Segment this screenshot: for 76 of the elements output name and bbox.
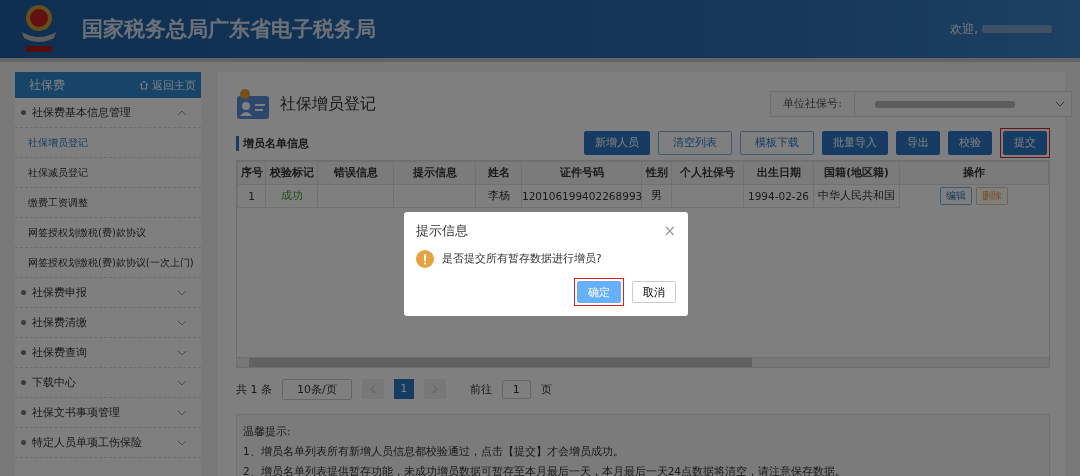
total-count: 共 1 条 (236, 381, 272, 397)
table-cell: 成功 (265, 184, 318, 208)
page-title: 社保增员登记 (280, 93, 376, 115)
toolbar-button[interactable]: 导出 (896, 131, 940, 155)
chevron-icon (177, 409, 187, 416)
column-header: 国籍(地区籍) (813, 161, 900, 185)
column-header: 操作 (899, 161, 1049, 185)
chevron-right-icon (431, 384, 438, 394)
dialog-button[interactable]: 取消 (632, 281, 676, 303)
close-button[interactable]: × (663, 222, 676, 240)
chevron-icon (177, 439, 187, 446)
column-header: 校验标记 (265, 161, 318, 185)
toolbar-button[interactable]: 校验 (948, 131, 992, 155)
site-title: 国家税务总局广东省电子税务局 (82, 16, 376, 43)
toolbar-button[interactable]: 提交 (1000, 128, 1050, 158)
menu-group[interactable]: 社保文书事项管理 (15, 398, 201, 428)
toolbar-button[interactable]: 模板下载 (740, 131, 814, 155)
toolbar-button[interactable]: 批量导入 (822, 131, 888, 155)
warning-icon (416, 250, 434, 268)
blurred-username (982, 25, 1052, 33)
row-action-button[interactable]: 删除 (976, 187, 1009, 205)
column-header: 姓名 (475, 161, 522, 185)
page-suffix: 页 (540, 381, 552, 397)
toolbar-button[interactable]: 清空列表 (658, 131, 732, 155)
table-cell: 男 (641, 184, 672, 208)
menu-group[interactable]: 社保费查询 (15, 338, 201, 368)
sidebar-title: 社保费 (29, 76, 66, 94)
dialog-title: 提示信息 (416, 222, 469, 240)
chevron-icon (177, 109, 187, 116)
tip-text: 2、增员名单列表提供暂存功能，未成功增员数据可暂存至本月最后一天，本月最后一天24点数据将清空，请注意保存数据。 (243, 464, 848, 476)
column-header: 出生日期 (743, 161, 814, 185)
menu-group[interactable]: 社保费申报 (15, 278, 201, 308)
row-action-button[interactable]: 编辑 (940, 187, 973, 205)
menu-item[interactable]: 缴费工资调整 (15, 188, 201, 218)
home-link[interactable]: 返回主页 (139, 77, 196, 93)
column-header: 个人社保号 (671, 161, 744, 185)
chevron-icon (1055, 101, 1065, 107)
menu-item[interactable]: 社保减员登记 (15, 158, 201, 188)
chevron-icon (177, 379, 187, 386)
id-card-icon (236, 88, 270, 120)
dialog-button[interactable]: 确定 (574, 278, 624, 306)
menu-group[interactable]: 社保费清缴 (15, 308, 201, 338)
chevron-icon (177, 289, 187, 296)
unit-field[interactable]: 单位社保号: (770, 91, 1072, 117)
menu-group[interactable]: 下载中心 (15, 368, 201, 398)
menu-group[interactable]: 特定人员单项工伤保险 (15, 428, 201, 458)
goto-label: 前往 (469, 381, 492, 397)
table-cell: 120106199402268993 (521, 184, 642, 208)
toolbar-button[interactable]: 新增人员 (584, 131, 650, 155)
home-icon (139, 80, 149, 90)
column-header: 性别 (641, 161, 672, 185)
tips-title: 温馨提示: (243, 424, 292, 439)
column-header: 序号 (237, 161, 266, 185)
menu-item[interactable]: 网签授权划缴税(费)款协议 (15, 218, 201, 248)
tip-text: 1、增员名单列表所有新增人员信息都校验通过，点击【提交】才会增员成功。 (243, 444, 625, 459)
next-page-button[interactable] (423, 379, 446, 399)
horizontal-scrollbar[interactable] (237, 357, 1049, 367)
chevron-left-icon (369, 384, 376, 394)
column-header: 错误信息 (317, 161, 394, 185)
table-cell: 1 (237, 184, 266, 208)
welcome-text: 欢迎, (950, 20, 978, 38)
table-cell: 中华人民共和国 (813, 184, 900, 208)
page-number[interactable]: 1 (393, 379, 414, 399)
chevron-icon (177, 319, 187, 326)
previous-page-button[interactable] (361, 379, 384, 399)
goto-page-field[interactable]: 1 (501, 379, 531, 399)
chevron-icon (177, 349, 187, 356)
page-size-select[interactable]: 10条/页 (282, 378, 352, 400)
dialog-message: 是否提交所有暂存数据进行增员? (442, 252, 602, 266)
section-title: 增员名单信息 (236, 135, 309, 151)
column-header: 证件号码 (521, 161, 642, 185)
table-cell: 李杨 (475, 184, 522, 208)
table-cell: 1994-02-26 (743, 184, 814, 208)
column-header: 提示信息 (393, 161, 476, 185)
menu-group[interactable]: 社保费基本信息管理 (15, 98, 201, 128)
menu-item[interactable]: 社保增员登记 (15, 128, 201, 158)
